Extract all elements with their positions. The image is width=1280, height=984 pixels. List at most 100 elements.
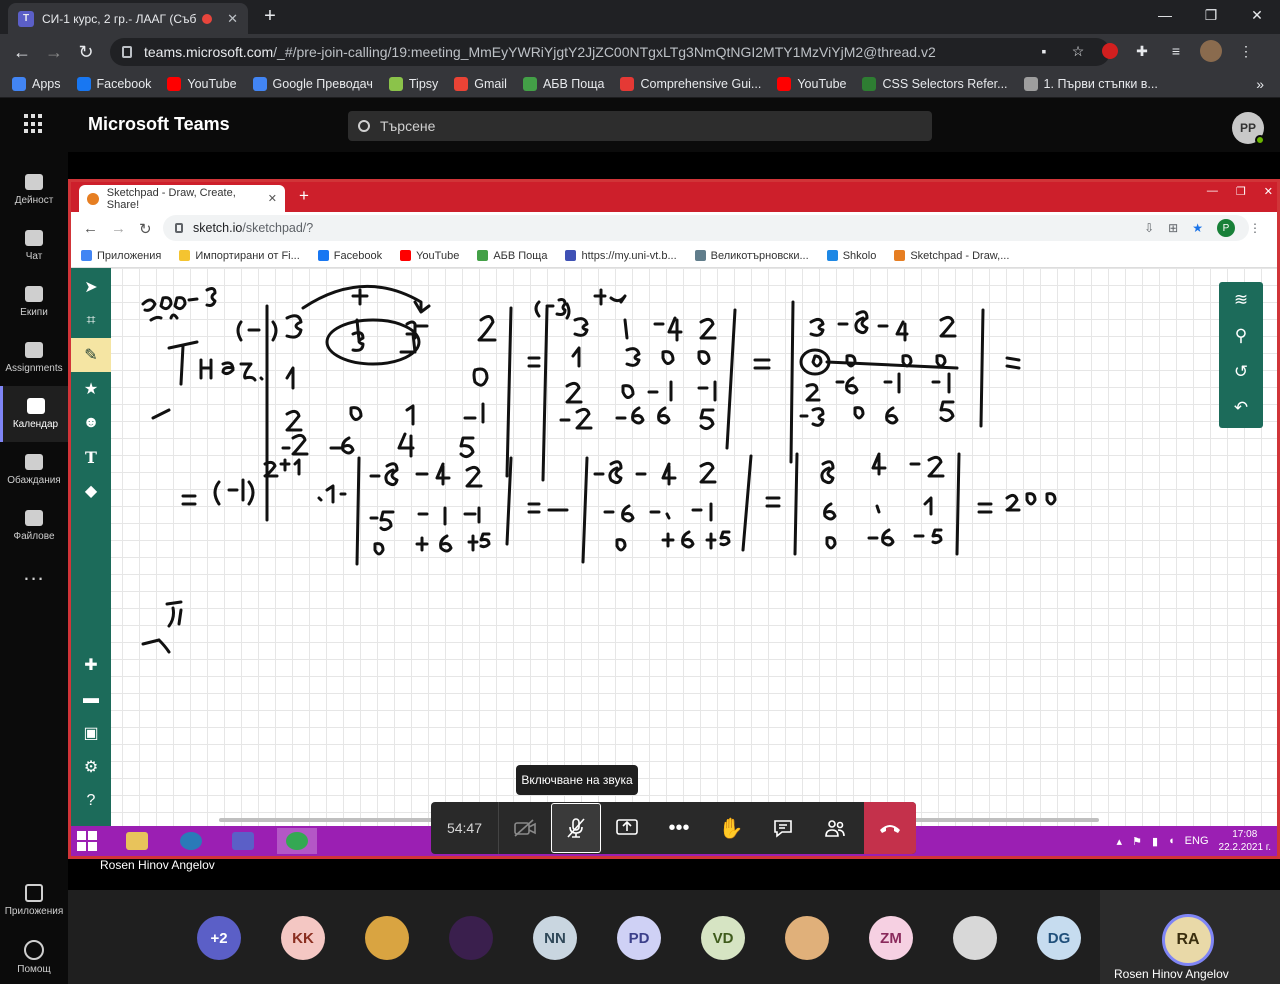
chat-bubble-icon [774,820,792,838]
app-launcher-icon[interactable] [24,114,44,134]
shared-bookmark-item: Sketchpad - Draw,... [894,250,1009,262]
chat-button[interactable] [757,802,809,854]
camera-off-button[interactable] [499,802,551,854]
bookmark-item[interactable]: Gmail [454,76,507,91]
bookmark-item[interactable]: CSS Selectors Refer... [862,76,1008,91]
close-window-icon[interactable]: ✕ [1234,0,1280,30]
user-avatar[interactable]: PP [1232,112,1265,145]
rail-item-label: Обаждания [7,475,61,486]
self-video-tile[interactable]: RA Rosen Hinov Angelov [1100,890,1280,984]
share-screen-button[interactable] [601,802,653,854]
shared-bookmark-label: Shkolo [842,249,877,262]
rail-item[interactable]: Файлове [0,498,68,554]
outer-toolbar-icons: ▪ ☆ ✚ ≡ ⋮ [1034,40,1256,62]
rail-item[interactable]: Чат [0,218,68,274]
shared-bookmark-favicon-icon [400,250,412,261]
bookmark-item[interactable]: 1. Първи стъпки в... [1023,76,1158,91]
windows-start-icon [77,831,97,851]
bookmark-item[interactable]: Tipsy [388,76,438,91]
bookmark-favicon-icon [12,76,26,91]
extension-icon[interactable] [1102,43,1118,59]
minimize-icon[interactable]: — [1142,0,1188,30]
rail-item[interactable]: Дейност [0,162,68,218]
bookmark-star-icon[interactable]: ☆ [1068,41,1088,61]
participant-avatar[interactable]: NN [533,916,577,960]
more-actions-button[interactable]: ••• [653,802,705,854]
participant-avatar[interactable] [365,916,409,960]
bookmarks-overflow-icon[interactable]: » [1256,76,1264,92]
menu-icon[interactable]: ⋮ [1236,41,1256,61]
apps-icon [25,884,43,902]
screen: T СИ-1 курс, 2 гр.- ЛААГ (Съб ✕ + — ❐ ✕ … [0,0,1280,984]
new-tab-button[interactable]: + [258,5,282,29]
camera-blocked-icon[interactable]: ▪ [1034,41,1054,61]
participant-avatar[interactable] [953,916,997,960]
rail-item[interactable]: Екипи [0,274,68,330]
profile-avatar[interactable] [1200,40,1222,62]
shared-close-tab-icon: ✕ [267,193,277,205]
taskbar-clock: 17:08 22.2.2021 г. [1219,828,1271,854]
restore-icon[interactable]: ❐ [1188,0,1234,30]
outer-browser-tab[interactable]: T СИ-1 курс, 2 гр.- ЛААГ (Съб ✕ [8,3,248,34]
meeting-controls: 54:47 ••• ✋ [431,802,916,854]
bookmark-item[interactable]: Apps [12,76,61,91]
participant-avatar[interactable]: KK [281,916,325,960]
close-tab-icon[interactable]: ✕ [227,11,238,27]
participant-avatar[interactable] [449,916,493,960]
outer-url-path: /_#/pre-join-calling/19:meeting_MmEyYWRi… [273,44,936,60]
rail-help-button[interactable]: Помощ [0,940,68,975]
participants-strip [68,890,1280,984]
bookmark-item[interactable]: АБВ Поща [522,76,604,91]
participant-avatar[interactable]: DG [1037,916,1081,960]
shared-bookmark-label: Sketchpad - Draw,... [910,249,1010,262]
sketch-tools-panel: ➤ ⌗ ✎ ★ ☻ T ◆ ✚ ▬ ▣ ⚙ ? [71,268,111,826]
reload-icon[interactable]: ↻ [74,40,98,64]
search-input[interactable]: Търсене [348,111,932,141]
bookmark-item[interactable]: Comprehensive Gui... [620,76,761,91]
shared-url-path: /sketchpad/? [242,221,314,235]
shared-profile-avatar: P [1217,219,1235,237]
unmute-tooltip: Включване на звука [516,765,638,795]
shared-bookmark-label: YouTube [416,249,460,262]
shared-bookmark-item: YouTube [400,250,459,262]
bookmark-item[interactable]: Facebook [76,76,151,91]
bookmark-label: YouTube [797,76,847,91]
shared-forward-icon: → [111,220,126,237]
rail-item[interactable]: Календар [0,386,68,442]
shared-bookmark-item: https://my.uni-vt.b... [565,250,677,262]
more-apps-button[interactable]: ... [0,560,68,586]
rail-item[interactable]: Assignments [0,330,68,386]
volume-icon: ◖ [1168,835,1175,847]
participant-avatar[interactable]: ZM [869,916,913,960]
participant-avatar[interactable]: PD [617,916,661,960]
sketch-canvas [71,268,1277,826]
rail-item[interactable]: Обаждания [0,442,68,498]
media-icon[interactable]: ≡ [1166,41,1186,61]
shared-bookmark-favicon-icon [694,250,706,261]
emoji-tool-icon: ☻ [82,414,100,431]
taskbar-time: 17:08 [1232,829,1258,840]
raise-hand-button[interactable]: ✋ [705,802,757,854]
puzzle-icon[interactable]: ✚ [1132,41,1152,61]
layers-icon: ≋ [1233,290,1249,309]
participant-avatar[interactable]: VD [701,916,745,960]
rail-item-label: Екипи [20,307,48,318]
back-icon[interactable]: ← [10,40,34,64]
rail-apps-button[interactable]: Приложения [0,884,68,917]
participants-button[interactable] [809,802,861,854]
bookmark-item[interactable]: YouTube [167,76,237,91]
bookmark-item[interactable]: Google Преводач [252,76,373,91]
shared-bookmark-label: Приложения [97,249,162,262]
forward-icon[interactable]: → [42,40,66,64]
participant-avatar[interactable]: +2 [197,916,241,960]
shared-bookmark-item: Shkolo [826,249,877,262]
unmute-button[interactable] [551,803,601,853]
shared-bookmark-favicon-icon [565,250,577,261]
participant-avatar[interactable] [785,916,829,960]
bookmark-item[interactable]: YouTube [777,76,847,91]
history-icon: ↺ [1233,362,1249,381]
leave-call-button[interactable] [864,802,916,854]
search-placeholder: Търсене [380,118,436,134]
outer-address-bar[interactable]: teams.microsoft.com/_#/pre-join-calling/… [110,38,1110,66]
explorer-taskbar-icon [117,828,157,854]
